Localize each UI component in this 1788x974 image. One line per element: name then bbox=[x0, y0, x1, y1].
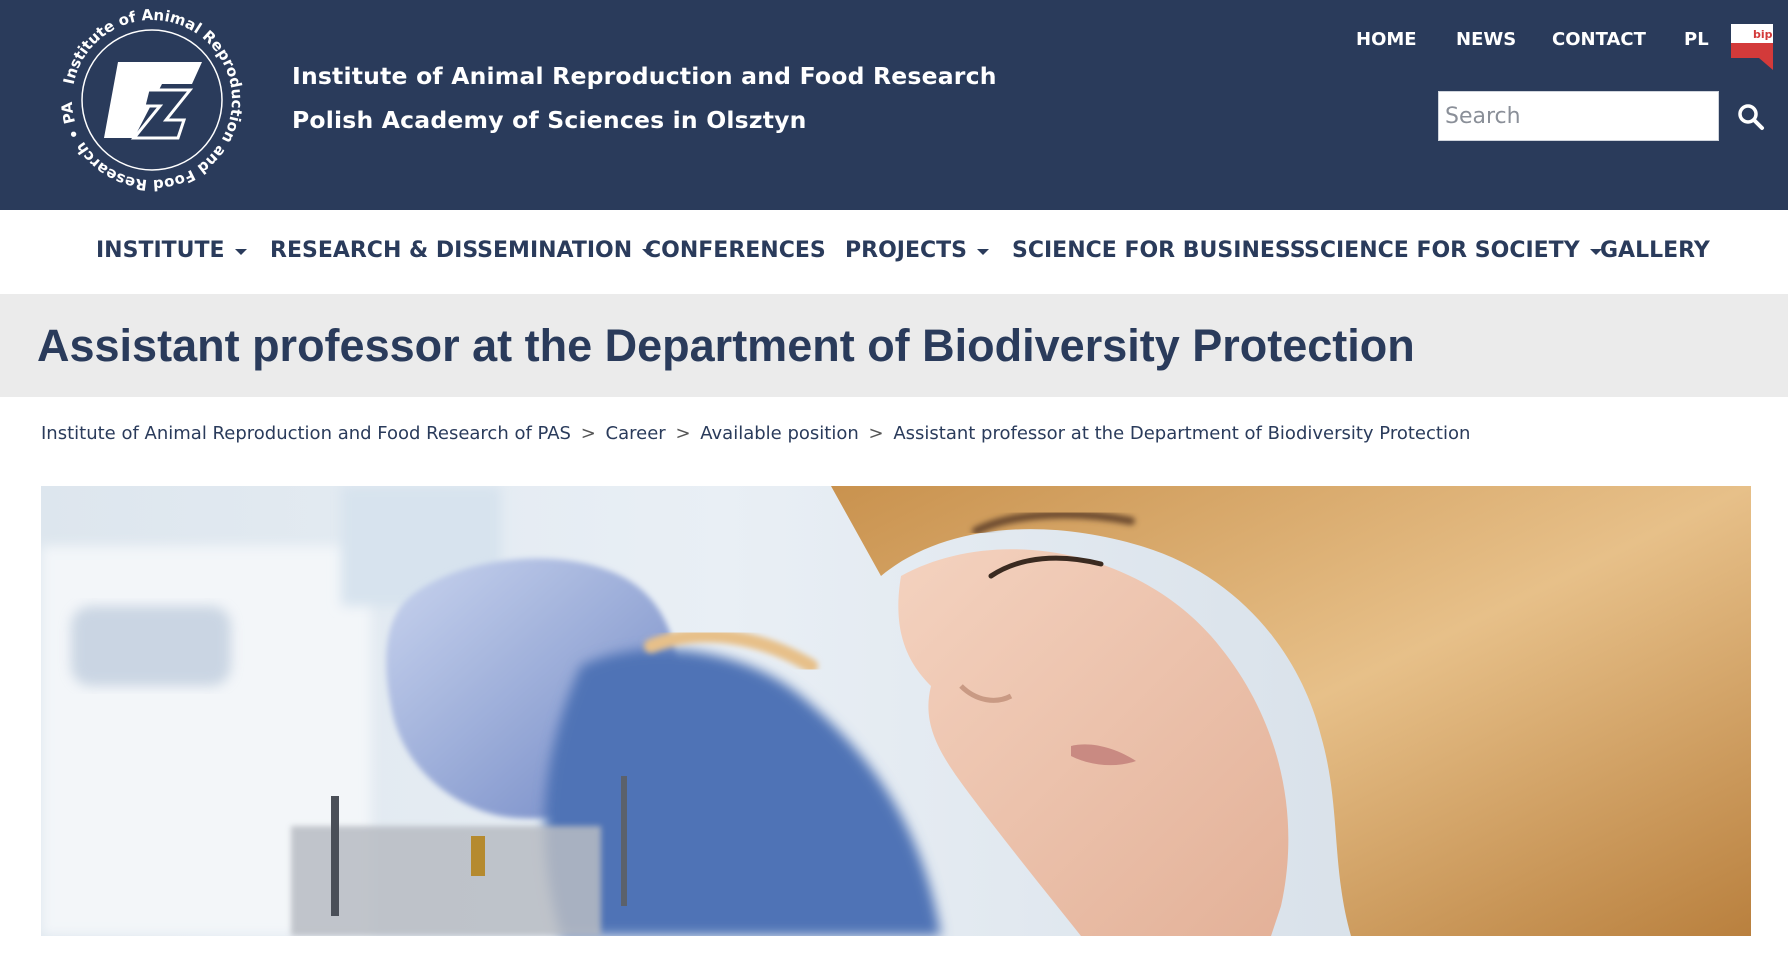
page-title: Assistant professor at the Department of… bbox=[37, 320, 1415, 371]
nav-conferences-label: CONFERENCES bbox=[645, 238, 826, 263]
breadcrumb-item-current: Assistant professor at the Department of… bbox=[893, 423, 1471, 444]
top-nav-language-pl[interactable]: PL bbox=[1684, 29, 1709, 50]
search-icon bbox=[1738, 104, 1764, 130]
nav-institute-label: INSTITUTE bbox=[96, 238, 225, 263]
caret-down-icon bbox=[234, 248, 247, 255]
institute-name-line1[interactable]: Institute of Animal Reproduction and Foo… bbox=[292, 54, 997, 98]
breadcrumb-separator: > bbox=[580, 423, 596, 444]
breadcrumb: Institute of Animal Reproduction and Foo… bbox=[41, 423, 1470, 444]
bip-label: bip bbox=[1753, 28, 1773, 41]
nav-conferences[interactable]: CONFERENCES bbox=[645, 238, 826, 263]
hero-scientist-photo bbox=[41, 486, 1751, 936]
top-nav-home[interactable]: HOME bbox=[1356, 29, 1417, 50]
breadcrumb-item-career[interactable]: Career bbox=[606, 423, 666, 444]
search-button[interactable] bbox=[1736, 102, 1766, 132]
breadcrumb-item-institute[interactable]: Institute of Animal Reproduction and Foo… bbox=[41, 423, 571, 444]
breadcrumb-separator: > bbox=[868, 423, 884, 444]
nav-projects[interactable]: PROJECTS bbox=[845, 238, 989, 263]
institute-name: Institute of Animal Reproduction and Foo… bbox=[292, 54, 997, 142]
breadcrumb-separator: > bbox=[675, 423, 691, 444]
nav-projects-label: PROJECTS bbox=[845, 238, 967, 263]
nav-research-dissemination[interactable]: RESEARCH & DISSEMINATION bbox=[270, 238, 655, 263]
top-nav-news[interactable]: NEWS bbox=[1456, 29, 1516, 50]
caret-down-icon bbox=[976, 248, 989, 255]
institute-logo[interactable]: Institute of Animal Reproduction and Foo… bbox=[52, 0, 252, 200]
hero-image bbox=[41, 486, 1751, 936]
nav-research-dissemination-label: RESEARCH & DISSEMINATION bbox=[270, 238, 633, 263]
nav-science-for-society[interactable]: SCIENCE FOR SOCIETY bbox=[1304, 238, 1602, 263]
nav-science-for-society-label: SCIENCE FOR SOCIETY bbox=[1304, 238, 1580, 263]
top-nav-contact[interactable]: CONTACT bbox=[1552, 29, 1646, 50]
breadcrumb-item-available-position[interactable]: Available position bbox=[700, 423, 859, 444]
nav-gallery-label: GALLERY bbox=[1600, 238, 1710, 263]
nav-science-for-business[interactable]: SCIENCE FOR BUSINESS bbox=[1012, 238, 1306, 263]
site-header: Institute of Animal Reproduction and Foo… bbox=[0, 0, 1788, 210]
nav-institute[interactable]: INSTITUTE bbox=[96, 238, 247, 263]
main-navigation: INSTITUTE RESEARCH & DISSEMINATION CONFE… bbox=[0, 210, 1788, 294]
search-input[interactable] bbox=[1438, 91, 1719, 141]
nav-gallery[interactable]: GALLERY bbox=[1600, 238, 1710, 263]
institute-name-line2[interactable]: Polish Academy of Sciences in Olsztyn bbox=[292, 98, 997, 142]
nav-science-for-business-label: SCIENCE FOR BUSINESS bbox=[1012, 238, 1306, 263]
page-title-band: Assistant professor at the Department of… bbox=[0, 294, 1788, 397]
bip-flag-icon[interactable]: bip bbox=[1731, 24, 1773, 70]
